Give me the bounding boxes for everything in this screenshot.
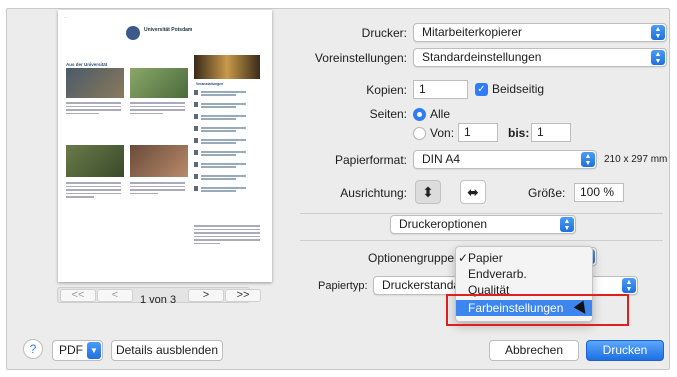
printer-options-select[interactable]: Druckeroptionen ▲ ▼ <box>390 215 576 234</box>
details-toggle-button[interactable]: Details ausblenden <box>111 340 223 361</box>
menu-item-label: Endverarb. <box>468 267 527 281</box>
scale-field[interactable]: 100 % <box>574 183 624 202</box>
chevron-updown-icon: ▲▼ <box>651 25 665 40</box>
landscape-icon[interactable]: ⬌ <box>460 180 486 204</box>
preview-photo <box>130 145 188 177</box>
preview-text-block <box>66 102 121 116</box>
pages-from-label: Von: <box>430 126 455 140</box>
preview-photo <box>66 68 124 98</box>
help-button[interactable]: ? <box>23 339 43 359</box>
next-page-button[interactable]: > <box>188 289 224 302</box>
presets-select[interactable]: Standardeinstellungen ▲ ▼ <box>413 48 667 67</box>
pages-all-radio[interactable] <box>413 108 426 121</box>
paper-type-value: Druckerstanda <box>382 278 461 292</box>
menu-item-papier[interactable]: ✓ Papier <box>456 250 592 266</box>
pages-to-label: bis: <box>508 126 530 140</box>
pages-from-field[interactable]: 1 <box>458 123 498 142</box>
chevron-updown-icon: ▲▼ <box>622 278 636 293</box>
paper-format-select[interactable]: DIN A4 ▲ ▼ <box>413 150 597 169</box>
chevron-updown-icon: ▲▼ <box>581 152 595 167</box>
preview-event <box>194 102 260 110</box>
cancel-button[interactable]: Abbrechen <box>489 340 579 361</box>
pdf-label: PDF <box>59 343 83 357</box>
presets-value: Standardeinstellungen <box>422 50 542 64</box>
print-preview-page: — Universität Potsdam Aus der Universitä… <box>58 10 272 282</box>
preview-text-block <box>130 182 185 196</box>
portrait-icon[interactable]: ⬍ <box>415 180 441 204</box>
highlight-box <box>446 294 629 326</box>
printer-options-value: Druckeroptionen <box>399 217 488 231</box>
copies-label: Kopien: <box>366 83 407 97</box>
paper-format-value: DIN A4 <box>422 152 461 166</box>
preview-header-text: — <box>64 15 67 19</box>
scale-label: Größe: <box>528 186 566 200</box>
pages-label: Seiten: <box>369 107 407 121</box>
preview-text-block <box>66 182 121 200</box>
menu-item-endverarb[interactable]: Endverarb. <box>456 266 592 282</box>
separator <box>300 213 663 214</box>
paper-format-label: Papierformat: <box>334 153 407 167</box>
pdf-menu-button[interactable]: PDF ▼ <box>52 340 103 361</box>
presets-label: Voreinstellungen: <box>314 51 407 65</box>
print-button[interactable]: Drucken <box>586 340 664 361</box>
chevron-down-icon: ▼ <box>87 342 101 359</box>
preview-event <box>194 90 260 98</box>
paper-type-label: Papiertyp: <box>318 280 368 292</box>
last-page-button[interactable]: >> <box>225 289 261 302</box>
pages-range-radio[interactable] <box>413 127 426 140</box>
preview-event <box>194 126 260 134</box>
page-indicator: 1 von 3 <box>140 294 177 306</box>
printer-select[interactable]: Mitarbeiterkopierer ▲ ▼ <box>413 23 667 42</box>
separator <box>300 240 663 241</box>
university-logo-icon <box>126 26 140 40</box>
preview-photo <box>130 68 188 98</box>
prev-page-button[interactable]: < <box>97 289 133 302</box>
preview-photo <box>66 145 124 177</box>
preview-heading: Aus der Universität <box>66 62 108 67</box>
copies-field[interactable]: 1 <box>413 80 468 99</box>
preview-event <box>194 114 260 122</box>
option-groups-label: Optionengruppen <box>368 251 461 265</box>
preview-photo <box>194 55 260 79</box>
first-page-button[interactable]: << <box>60 289 96 302</box>
preview-event <box>194 174 260 182</box>
menu-item-label: Papier <box>468 251 503 265</box>
checkmark-icon: ✓ <box>458 251 469 265</box>
pages-to-field[interactable]: 1 <box>531 123 571 142</box>
preview-event <box>194 186 260 194</box>
preview-logo-text: Universität Potsdam <box>144 27 193 33</box>
duplex-label: Beidseitig <box>492 82 545 96</box>
printer-label: Drucker: <box>361 26 407 40</box>
preview-event <box>194 150 260 158</box>
paper-dimensions: 210 x 297 mm <box>604 154 668 165</box>
orientation-label: Ausrichtung: <box>340 186 407 200</box>
printer-value: Mitarbeiterkopierer <box>422 25 523 39</box>
preview-event <box>194 162 260 170</box>
pages-all-label: Alle <box>430 107 451 121</box>
preview-text-block <box>194 225 260 246</box>
chevron-updown-icon: ▲▼ <box>651 50 665 65</box>
chevron-updown-icon: ▲▼ <box>560 217 574 232</box>
preview-sidebar-heading: Veranstaltungen <box>196 82 224 86</box>
preview-event <box>194 138 260 146</box>
duplex-checkbox[interactable]: ✓ <box>475 83 488 96</box>
preview-text-block <box>130 102 185 116</box>
